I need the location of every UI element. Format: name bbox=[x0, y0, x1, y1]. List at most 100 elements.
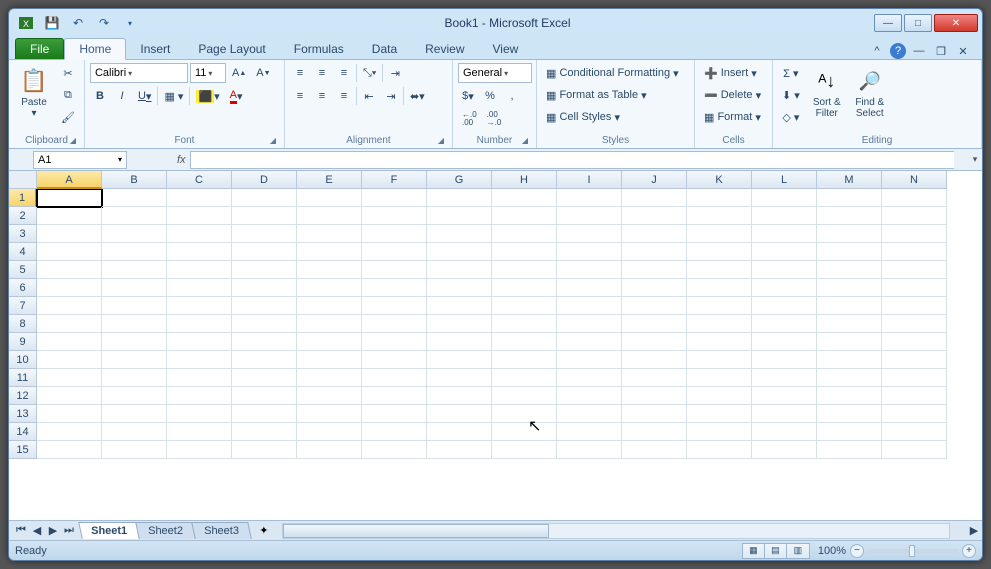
tab-home[interactable]: Home bbox=[64, 38, 126, 60]
cell-N4[interactable] bbox=[882, 243, 947, 261]
format-cells-button[interactable]: ▦ Format ▾ bbox=[700, 107, 767, 127]
cell-E1[interactable] bbox=[297, 189, 362, 207]
zoom-thumb[interactable] bbox=[909, 545, 915, 557]
cell-J7[interactable] bbox=[622, 297, 687, 315]
column-header-B[interactable]: B bbox=[102, 171, 167, 189]
cell-L2[interactable] bbox=[752, 207, 817, 225]
cell-B10[interactable] bbox=[102, 351, 167, 369]
close-button[interactable]: ✕ bbox=[934, 14, 978, 32]
delete-cells-button[interactable]: ➖ Delete ▾ bbox=[700, 85, 767, 105]
cell-N14[interactable] bbox=[882, 423, 947, 441]
cell-E3[interactable] bbox=[297, 225, 362, 243]
cell-J10[interactable] bbox=[622, 351, 687, 369]
hscroll-right-icon[interactable]: ▶ bbox=[966, 523, 982, 539]
cell-F4[interactable] bbox=[362, 243, 427, 261]
tab-page-layout[interactable]: Page Layout bbox=[184, 39, 279, 59]
hscroll-thumb[interactable] bbox=[283, 524, 549, 538]
expand-formula-bar-icon[interactable]: ▾ bbox=[968, 154, 982, 165]
paste-button[interactable]: 📋 Paste▾ bbox=[14, 63, 54, 121]
file-tab[interactable]: File bbox=[15, 38, 64, 59]
cell-F12[interactable] bbox=[362, 387, 427, 405]
cell-L15[interactable] bbox=[752, 441, 817, 459]
cell-F2[interactable] bbox=[362, 207, 427, 225]
cell-H7[interactable] bbox=[492, 297, 557, 315]
help-icon[interactable]: ? bbox=[890, 43, 906, 59]
accounting-format-icon[interactable]: $▾ bbox=[458, 86, 478, 106]
row-header-8[interactable]: 8 bbox=[9, 315, 37, 333]
cell-I2[interactable] bbox=[557, 207, 622, 225]
increase-font-icon[interactable]: A▲ bbox=[228, 63, 250, 83]
cell-H6[interactable] bbox=[492, 279, 557, 297]
page-break-view-icon[interactable]: ▥ bbox=[787, 544, 809, 558]
cell-E12[interactable] bbox=[297, 387, 362, 405]
cell-G15[interactable] bbox=[427, 441, 492, 459]
cell-E6[interactable] bbox=[297, 279, 362, 297]
cell-J13[interactable] bbox=[622, 405, 687, 423]
cell-H13[interactable] bbox=[492, 405, 557, 423]
excel-icon[interactable]: X bbox=[15, 12, 37, 34]
cell-D10[interactable] bbox=[232, 351, 297, 369]
cell-B13[interactable] bbox=[102, 405, 167, 423]
row-header-14[interactable]: 14 bbox=[9, 423, 37, 441]
font-name-combo[interactable]: Calibri▾ bbox=[90, 63, 188, 83]
decrease-decimal-icon[interactable]: .00 →.0 bbox=[483, 109, 506, 129]
cell-E15[interactable] bbox=[297, 441, 362, 459]
cell-G14[interactable] bbox=[427, 423, 492, 441]
row-header-9[interactable]: 9 bbox=[9, 333, 37, 351]
cell-D8[interactable] bbox=[232, 315, 297, 333]
cell-H11[interactable] bbox=[492, 369, 557, 387]
cell-C5[interactable] bbox=[167, 261, 232, 279]
row-header-6[interactable]: 6 bbox=[9, 279, 37, 297]
column-header-G[interactable]: G bbox=[427, 171, 492, 189]
cell-F3[interactable] bbox=[362, 225, 427, 243]
cut-icon[interactable]: ✂ bbox=[57, 63, 79, 83]
cell-G7[interactable] bbox=[427, 297, 492, 315]
cell-B6[interactable] bbox=[102, 279, 167, 297]
row-header-2[interactable]: 2 bbox=[9, 207, 37, 225]
cell-L5[interactable] bbox=[752, 261, 817, 279]
cell-H5[interactable] bbox=[492, 261, 557, 279]
cell-L14[interactable] bbox=[752, 423, 817, 441]
cell-A3[interactable] bbox=[37, 225, 102, 243]
cell-J14[interactable] bbox=[622, 423, 687, 441]
cell-N2[interactable] bbox=[882, 207, 947, 225]
cell-D11[interactable] bbox=[232, 369, 297, 387]
cell-F9[interactable] bbox=[362, 333, 427, 351]
zoom-level[interactable]: 100% bbox=[818, 545, 846, 557]
cell-H3[interactable] bbox=[492, 225, 557, 243]
cell-G4[interactable] bbox=[427, 243, 492, 261]
cell-K7[interactable] bbox=[687, 297, 752, 315]
cell-D15[interactable] bbox=[232, 441, 297, 459]
cell-E14[interactable] bbox=[297, 423, 362, 441]
cell-E9[interactable] bbox=[297, 333, 362, 351]
comma-format-icon[interactable]: , bbox=[502, 86, 522, 106]
cell-D5[interactable] bbox=[232, 261, 297, 279]
cell-I14[interactable] bbox=[557, 423, 622, 441]
border-icon[interactable]: ▦ ▾ bbox=[160, 86, 187, 106]
cell-C7[interactable] bbox=[167, 297, 232, 315]
zoom-slider[interactable] bbox=[868, 549, 958, 553]
cell-M14[interactable] bbox=[817, 423, 882, 441]
row-header-3[interactable]: 3 bbox=[9, 225, 37, 243]
cell-K5[interactable] bbox=[687, 261, 752, 279]
cell-E2[interactable] bbox=[297, 207, 362, 225]
column-header-I[interactable]: I bbox=[557, 171, 622, 189]
cell-C12[interactable] bbox=[167, 387, 232, 405]
align-left-icon[interactable]: ≡ bbox=[290, 86, 310, 106]
cell-H1[interactable] bbox=[492, 189, 557, 207]
cell-styles-button[interactable]: ▦ Cell Styles ▾ bbox=[542, 107, 689, 127]
cell-J6[interactable] bbox=[622, 279, 687, 297]
row-header-15[interactable]: 15 bbox=[9, 441, 37, 459]
cell-J8[interactable] bbox=[622, 315, 687, 333]
cell-A6[interactable] bbox=[37, 279, 102, 297]
cell-A11[interactable] bbox=[37, 369, 102, 387]
cell-N1[interactable] bbox=[882, 189, 947, 207]
cell-K6[interactable] bbox=[687, 279, 752, 297]
sheet-tab-1[interactable]: Sheet1 bbox=[78, 522, 140, 539]
cell-K11[interactable] bbox=[687, 369, 752, 387]
cell-B5[interactable] bbox=[102, 261, 167, 279]
cell-C14[interactable] bbox=[167, 423, 232, 441]
font-size-combo[interactable]: 11▾ bbox=[190, 63, 226, 83]
cell-K15[interactable] bbox=[687, 441, 752, 459]
row-header-11[interactable]: 11 bbox=[9, 369, 37, 387]
